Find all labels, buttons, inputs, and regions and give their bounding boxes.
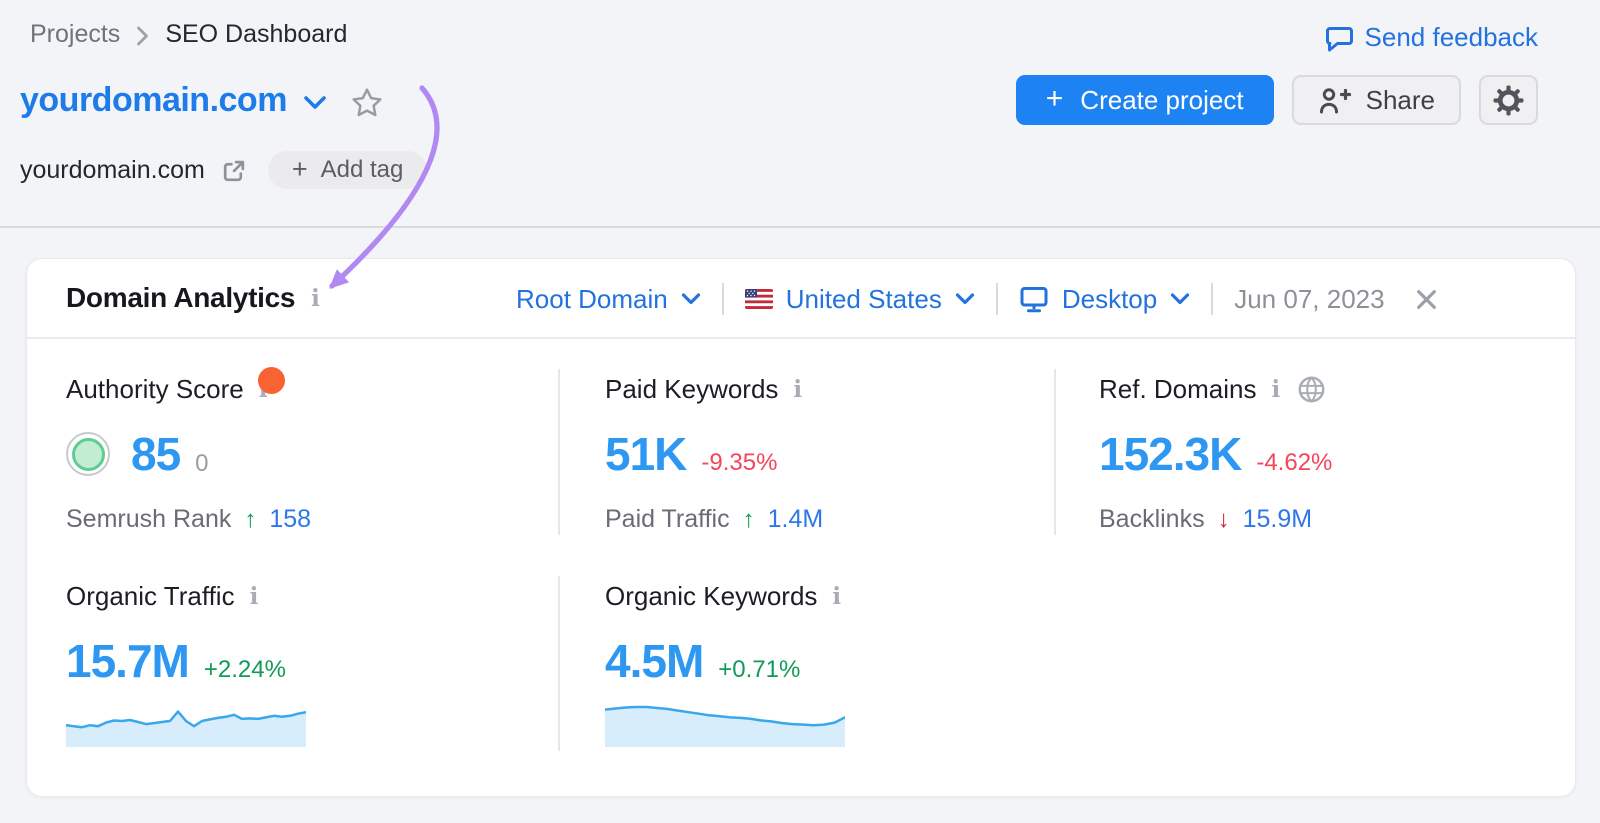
metric-authority-score: Authority Score i 85 0 Semrush Rank ↑ 15…: [66, 372, 311, 534]
arrow-up-icon: ↑: [244, 506, 256, 534]
filter-separator: [722, 283, 724, 315]
metric-value: 85: [131, 428, 180, 480]
chevron-right-icon: [136, 25, 149, 47]
metric-ref-domains: Ref. Domains i 152.3K -4.62% Backlinks ↓…: [1099, 372, 1332, 534]
date-picker[interactable]: Jun 07, 2023: [1234, 284, 1384, 315]
sub-metric-value[interactable]: 15.9M: [1243, 505, 1312, 534]
plus-icon: +: [292, 154, 308, 185]
send-feedback-link[interactable]: Send feedback: [1324, 21, 1538, 53]
feedback-bubble-icon: [1324, 24, 1354, 53]
breadcrumb: Projects SEO Dashboard: [30, 20, 347, 49]
sub-metric-value[interactable]: 158: [269, 505, 311, 534]
add-tag-button[interactable]: + Add tag: [268, 151, 428, 189]
authority-score-gauge: [66, 432, 110, 476]
metric-title: Paid Keywords: [605, 374, 778, 405]
share-label: Share: [1366, 85, 1435, 116]
metric-title-row: Authority Score i: [66, 372, 311, 406]
organic-keywords-sparkline: [605, 695, 845, 747]
create-project-button[interactable]: + Create project: [1016, 75, 1274, 125]
card-filters: Root Domain: [516, 259, 1438, 339]
globe-icon[interactable]: [1297, 375, 1326, 404]
metric-delta: -4.62%: [1256, 449, 1332, 477]
metric-value[interactable]: 15.7M: [66, 635, 189, 687]
chevron-down-icon: [681, 292, 701, 306]
project-title[interactable]: yourdomain.com: [20, 81, 287, 120]
chevron-down-icon: [1170, 292, 1190, 306]
metric-title: Organic Traffic: [66, 581, 235, 612]
project-title-chevron-down-icon[interactable]: [303, 95, 327, 111]
favorite-star-icon[interactable]: [351, 87, 383, 118]
metric-organic-keywords: Organic Keywords i 4.5M +0.71%: [605, 579, 845, 747]
sub-metric-label: Backlinks: [1099, 505, 1205, 534]
metric-organic-traffic: Organic Traffic i 15.7M +2.24%: [66, 579, 306, 747]
info-icon[interactable]: i: [832, 585, 841, 608]
scope-dropdown[interactable]: Root Domain: [516, 284, 701, 315]
domain-link[interactable]: yourdomain.com: [20, 156, 205, 185]
share-button[interactable]: Share: [1292, 75, 1461, 125]
metric-paid-keywords: Paid Keywords i 51K -9.35% Paid Traffic …: [605, 372, 823, 534]
filter-separator: [996, 283, 998, 315]
device-dropdown[interactable]: Desktop: [1019, 284, 1190, 315]
add-tag-label: Add tag: [321, 156, 404, 184]
metric-value[interactable]: 51K: [605, 428, 686, 480]
metric-delta: +0.71%: [718, 656, 800, 684]
card-header: Domain Analytics i Root Domain: [27, 259, 1575, 339]
metric-title: Organic Keywords: [605, 581, 817, 612]
column-divider: [1054, 369, 1056, 535]
info-icon[interactable]: i: [1272, 378, 1281, 401]
page-divider: [0, 226, 1600, 228]
metric-delta: +2.24%: [204, 656, 286, 684]
chevron-down-icon: [955, 292, 975, 306]
metric-title: Authority Score: [66, 374, 244, 405]
metric-delta: -9.35%: [701, 449, 777, 477]
gear-icon: [1493, 85, 1524, 116]
create-project-label: Create project: [1080, 85, 1243, 116]
info-icon[interactable]: i: [793, 378, 802, 401]
notification-dot: [258, 367, 285, 394]
plus-icon: +: [1046, 82, 1064, 116]
metric-secondary-value: 0: [195, 450, 208, 478]
arrow-up-icon: ↑: [743, 506, 755, 534]
metric-value[interactable]: 152.3K: [1099, 428, 1241, 480]
metric-value[interactable]: 4.5M: [605, 635, 703, 687]
arrow-down-icon: ↓: [1218, 506, 1230, 534]
column-divider: [558, 369, 560, 535]
filter-separator: [1211, 283, 1213, 315]
metric-title: Ref. Domains: [1099, 374, 1257, 405]
domain-row: yourdomain.com + Add tag: [20, 150, 427, 190]
country-label: United States: [786, 284, 942, 315]
column-divider: [558, 576, 560, 751]
desktop-icon: [1019, 285, 1049, 313]
header-actions: + Create project Share: [1016, 75, 1538, 125]
info-icon[interactable]: i: [250, 585, 259, 608]
us-flag-icon: [745, 289, 773, 309]
domain-analytics-card: Domain Analytics i Root Domain: [26, 258, 1576, 797]
breadcrumb-projects[interactable]: Projects: [30, 20, 120, 49]
person-plus-icon: [1318, 87, 1352, 114]
sub-metric-label: Semrush Rank: [66, 505, 231, 534]
info-icon[interactable]: i: [311, 287, 320, 310]
device-label: Desktop: [1062, 284, 1157, 315]
sub-metric-label: Paid Traffic: [605, 505, 730, 534]
external-link-icon[interactable]: [220, 158, 247, 185]
scope-label: Root Domain: [516, 284, 668, 315]
settings-button[interactable]: [1479, 75, 1538, 125]
breadcrumb-current: SEO Dashboard: [165, 20, 347, 49]
country-dropdown[interactable]: United States: [745, 284, 975, 315]
project-title-row: yourdomain.com: [20, 74, 383, 126]
close-icon[interactable]: [1415, 288, 1438, 311]
card-title: Domain Analytics: [66, 282, 295, 314]
send-feedback-label: Send feedback: [1365, 22, 1538, 53]
sub-metric-value[interactable]: 1.4M: [768, 505, 824, 534]
organic-traffic-sparkline: [66, 695, 306, 747]
